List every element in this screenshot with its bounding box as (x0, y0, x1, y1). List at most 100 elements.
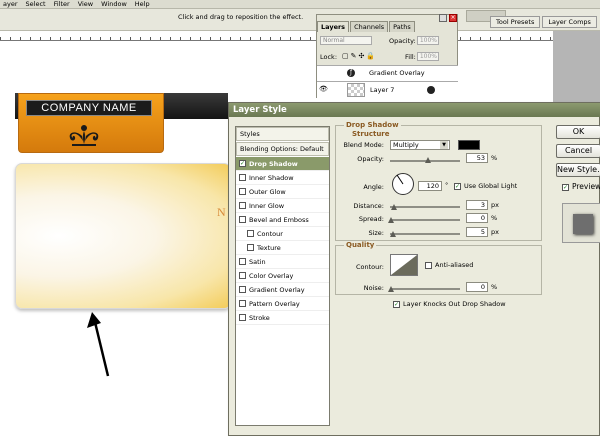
size-slider[interactable] (390, 233, 460, 235)
horizontal-ruler (0, 31, 560, 41)
angle-unit: ° (445, 181, 449, 189)
styles-header[interactable]: Styles (236, 127, 329, 141)
size-slider-handle[interactable] (390, 231, 396, 237)
layer-opacity-field[interactable]: 100% (417, 36, 439, 45)
angle-dial-icon[interactable] (391, 172, 415, 196)
noise-field[interactable]: 0 (466, 282, 488, 292)
spread-label: Spread: (358, 215, 384, 223)
contour-label: Contour: (355, 263, 384, 271)
spread-slider[interactable] (390, 219, 460, 221)
size-unit: px (491, 228, 499, 236)
fx-icon[interactable] (427, 86, 435, 94)
checkbox[interactable] (239, 258, 246, 265)
opacity-slider-handle[interactable] (425, 157, 431, 163)
blend-mode-select[interactable]: Multiply ▼ (390, 140, 450, 150)
layer-fill-field[interactable]: 100% (417, 52, 439, 61)
style-item-color-overlay[interactable]: Color Overlay (236, 269, 329, 283)
shadow-color-swatch[interactable] (458, 140, 480, 150)
drop-shadow-group: Drop Shadow Structure Blend Mode: Multip… (335, 121, 542, 241)
checkbox[interactable] (239, 174, 246, 181)
noise-label: Noise: (363, 284, 384, 292)
layer-row[interactable]: 👁 Layer 7 (317, 81, 458, 98)
checkbox[interactable] (239, 202, 246, 209)
contour-picker[interactable] (390, 254, 418, 276)
lock-label: Lock: (320, 53, 338, 61)
size-field[interactable]: 5 (466, 227, 488, 237)
style-item-outer-glow[interactable]: Outer Glow (236, 185, 329, 199)
checkbox[interactable] (239, 160, 246, 167)
effect-icon: ƒ (347, 69, 355, 77)
checkbox[interactable] (239, 314, 246, 321)
ok-button[interactable]: OK (556, 125, 600, 139)
anti-aliased-label: Anti-aliased (435, 261, 474, 269)
style-item-stroke[interactable]: Stroke (236, 311, 329, 325)
style-item-satin[interactable]: Satin (236, 255, 329, 269)
checkbox[interactable] (247, 244, 254, 251)
checkbox[interactable] (239, 300, 246, 307)
layer-effect-name: Gradient Overlay (369, 69, 425, 77)
menu-window[interactable]: Window (101, 0, 127, 8)
palette-well-tabs: Tool Presets Layer Comps (490, 16, 600, 28)
style-item-drop-shadow[interactable]: Drop Shadow (236, 157, 329, 171)
tab-channels[interactable]: Channels (350, 21, 389, 32)
noise-slider-handle[interactable] (388, 286, 394, 292)
eye-icon[interactable]: 👁 (319, 85, 329, 95)
ornament-icon (69, 125, 99, 146)
spread-unit: % (491, 214, 498, 222)
spread-slider-handle[interactable] (388, 217, 394, 223)
distance-field[interactable]: 3 (466, 200, 488, 210)
checkbox[interactable] (239, 272, 246, 279)
checkbox[interactable] (247, 230, 254, 237)
tab-layer-comps[interactable]: Layer Comps (542, 16, 597, 28)
distance-label: Distance: (353, 202, 384, 210)
knockout-checkbox[interactable] (393, 301, 400, 308)
menu-select[interactable]: Select (26, 0, 46, 8)
fill-label: Fill: (405, 53, 416, 61)
distance-slider-handle[interactable] (391, 204, 397, 210)
noise-slider[interactable] (390, 288, 460, 290)
distance-slider[interactable] (390, 206, 460, 208)
new-style-button[interactable]: New Style... (556, 163, 600, 177)
checkbox[interactable] (239, 216, 246, 223)
menu-layer[interactable]: ayer (3, 0, 18, 8)
preview-swatch (573, 214, 593, 234)
lock-icons[interactable]: ▢✎✣🔒 (342, 52, 377, 60)
layer-row[interactable]: ƒ Gradient Overlay (317, 65, 458, 81)
checkbox[interactable] (239, 286, 246, 293)
contour-icon (391, 255, 417, 275)
chevron-down-icon: ▼ (440, 141, 448, 149)
quality-heading: Quality (344, 241, 377, 249)
noise-unit: % (491, 283, 498, 291)
distance-unit: px (491, 201, 499, 209)
style-item-inner-glow[interactable]: Inner Glow (236, 199, 329, 213)
preview-checkbox[interactable] (562, 184, 569, 191)
spread-field[interactable]: 0 (466, 213, 488, 223)
preview-label: Preview (572, 182, 600, 191)
layer-blend-mode-select[interactable]: Normal (320, 36, 372, 45)
menu-filter[interactable]: Filter (54, 0, 70, 8)
style-item-contour[interactable]: Contour (236, 227, 329, 241)
style-item-gradient-overlay[interactable]: Gradient Overlay (236, 283, 329, 297)
menu-help[interactable]: Help (135, 0, 150, 8)
pointer-arrow-icon (87, 312, 110, 377)
angle-field[interactable]: 120 (418, 181, 442, 191)
opacity-field[interactable]: 53 (466, 153, 488, 163)
menu-view[interactable]: View (78, 0, 93, 8)
card-text-fragment: N (217, 205, 226, 219)
style-item-bevel-emboss[interactable]: Bevel and Emboss (236, 213, 329, 227)
dialog-title: Layer Style (229, 103, 600, 117)
cancel-button[interactable]: Cancel (556, 144, 600, 158)
style-item-texture[interactable]: Texture (236, 241, 329, 255)
tab-paths[interactable]: Paths (389, 21, 415, 32)
use-global-light-label: Use Global Light (464, 182, 518, 190)
tab-tool-presets[interactable]: Tool Presets (490, 16, 541, 28)
tab-layers[interactable]: Layers (317, 21, 350, 32)
company-name-logo: COMPANY NAME (26, 100, 152, 116)
style-list: Styles Blending Options: Default Drop Sh… (235, 126, 330, 426)
anti-aliased-checkbox[interactable] (425, 262, 432, 269)
style-item-inner-shadow[interactable]: Inner Shadow (236, 171, 329, 185)
use-global-light-checkbox[interactable] (454, 183, 461, 190)
style-item-pattern-overlay[interactable]: Pattern Overlay (236, 297, 329, 311)
blending-options-item[interactable]: Blending Options: Default (236, 142, 329, 156)
checkbox[interactable] (239, 188, 246, 195)
